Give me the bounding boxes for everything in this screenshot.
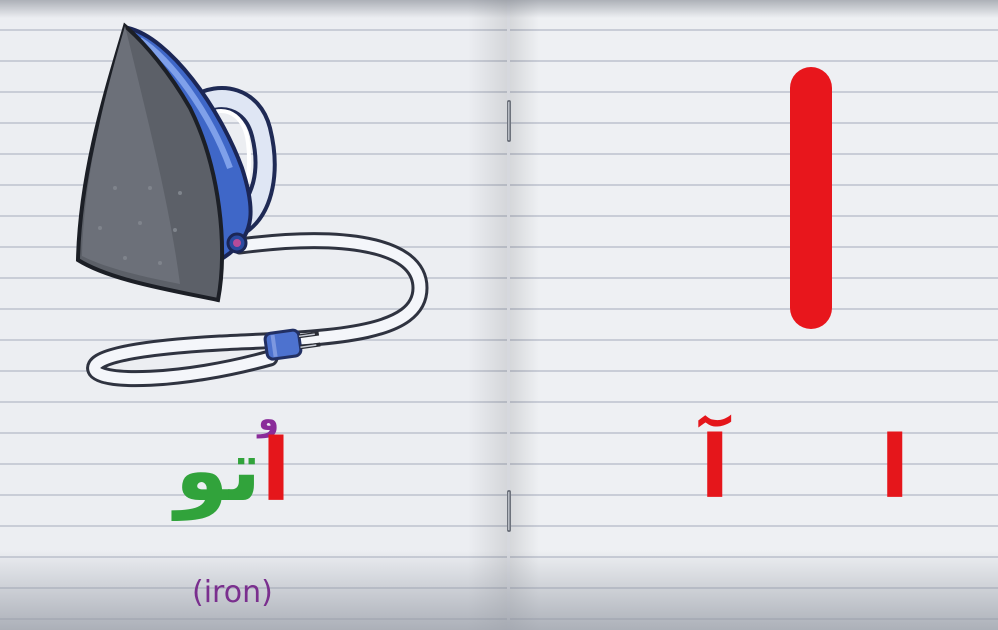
binder-ring-bottom <box>507 490 511 532</box>
translation-caption: (iron) <box>192 575 273 610</box>
top-shadow <box>0 0 998 18</box>
alef-letter: ا <box>880 418 910 518</box>
alef-madda-letter: آ <box>700 418 730 518</box>
right-notebook-page <box>510 0 998 630</box>
word-rest: تو <box>175 421 262 521</box>
word-otu: اتو <box>175 428 291 514</box>
iron-illustration <box>75 22 429 388</box>
notebook-spine <box>507 0 510 630</box>
bottom-shadow <box>0 550 998 630</box>
large-alef-letter <box>790 67 832 329</box>
word-alef: ا <box>261 421 291 521</box>
binder-ring-top <box>507 100 511 142</box>
